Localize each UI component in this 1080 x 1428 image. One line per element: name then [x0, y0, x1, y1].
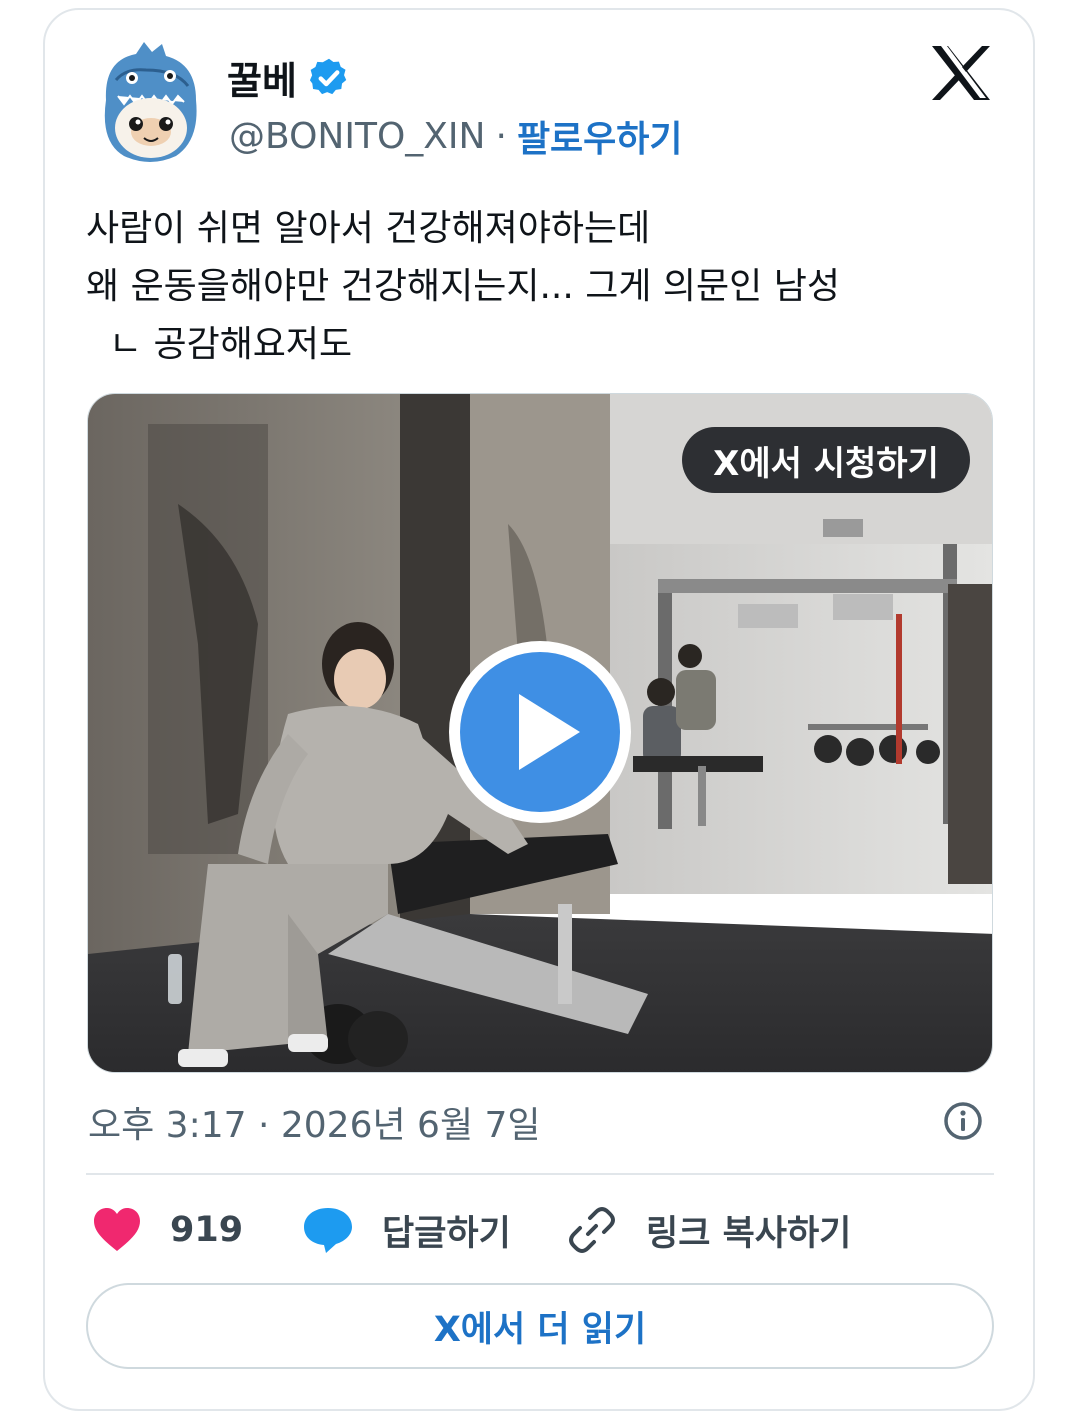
tweet-text: 사람이 쉬면 알아서 건강해져야하는데 왜 운동을해야만 건강해지는지... 그… [86, 200, 986, 374]
divider [86, 1173, 994, 1175]
watch-on-x-button[interactable]: X에서 시청하기 [682, 427, 970, 493]
tweet-line: 왜 운동을해야만 건강해지는지... 그게 의문인 남성 [86, 266, 840, 307]
copy-link-label: 링크 복사하기 [646, 1213, 852, 1254]
author-display-name[interactable]: 꿀베 [227, 50, 297, 105]
read-more-button[interactable]: X에서 더 읽기 [86, 1283, 994, 1369]
avatar[interactable] [96, 40, 204, 166]
author-name-row[interactable]: 꿀베 [227, 50, 351, 105]
tweet-timestamp[interactable]: 오후 3:17 · 2026년 6월 7일 [88, 1096, 541, 1148]
play-icon[interactable] [445, 637, 635, 827]
follow-button[interactable]: 팔로우하기 [517, 110, 683, 162]
reply-button[interactable]: 답글하기 [302, 1200, 511, 1260]
handle-row: @BONITO_XIN · 팔로우하기 [229, 110, 683, 162]
reply-label: 답글하기 [382, 1213, 511, 1254]
tweet-line: ㄴ 공감해요저도 [86, 324, 353, 365]
x-logo-icon[interactable] [930, 44, 992, 102]
author-handle[interactable]: @BONITO_XIN [229, 116, 485, 157]
verified-badge-icon [309, 58, 347, 94]
tweet-line: 사람이 쉬면 알아서 건강해져야하는데 [86, 208, 651, 249]
like-count: 919 [170, 1210, 244, 1250]
info-icon[interactable] [941, 1099, 985, 1143]
separator: · [495, 115, 507, 157]
reply-bubble-icon [304, 1208, 352, 1253]
heart-icon [94, 1208, 140, 1251]
link-icon [569, 1207, 615, 1253]
copy-link-button[interactable]: 링크 복사하기 [566, 1200, 851, 1260]
like-button[interactable]: 919 [92, 1200, 243, 1260]
